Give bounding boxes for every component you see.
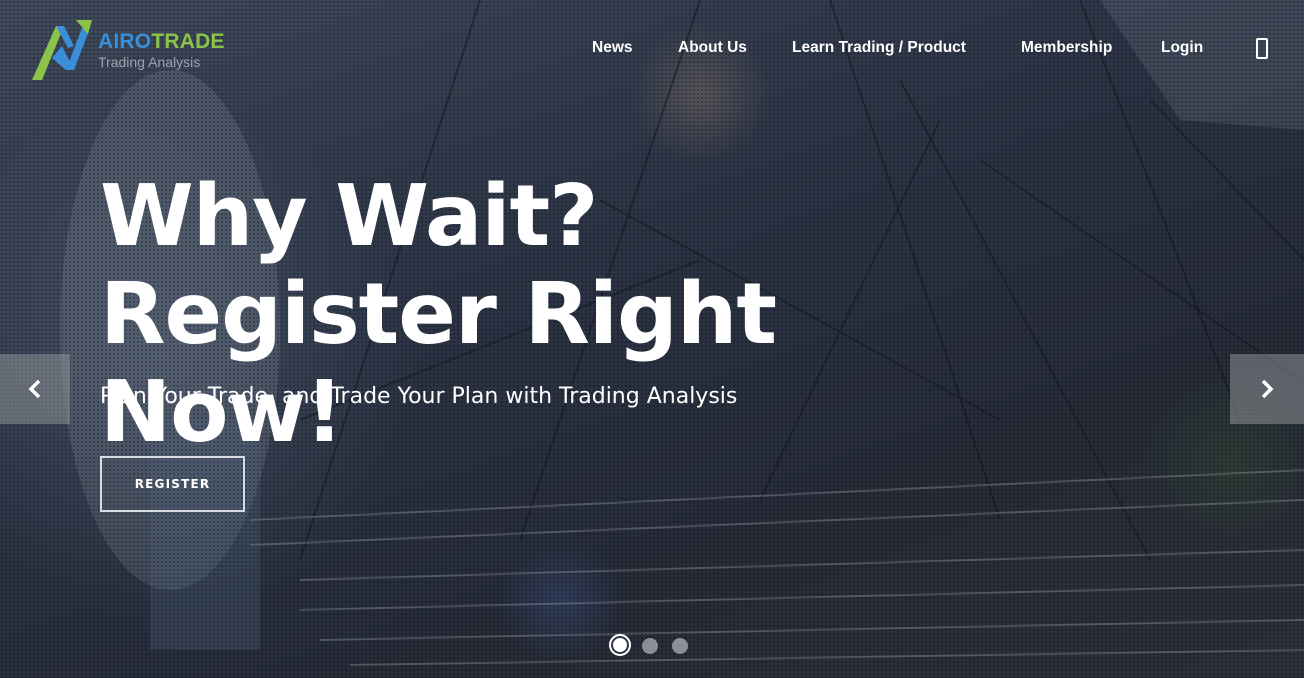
chevron-left-icon [28, 379, 41, 399]
brand-logo[interactable]: AIROTRADE Trading Analysis [30, 18, 240, 82]
nav-item-news[interactable]: News [592, 39, 633, 57]
nav-item-login[interactable]: Login [1161, 39, 1203, 57]
register-button[interactable]: REGISTER [100, 456, 245, 512]
nav-item-membership[interactable]: Membership [1021, 39, 1112, 57]
nav-item-about-us[interactable]: About Us [678, 39, 747, 57]
carousel-indicator-2[interactable] [642, 638, 658, 654]
carousel-prev-button[interactable] [0, 354, 70, 424]
brand-name-part2: TRADE [151, 30, 225, 53]
mobile-phone-icon[interactable] [1256, 38, 1268, 59]
brand-name-part1: AIRO [98, 30, 152, 53]
logo-mark-icon [32, 20, 92, 80]
carousel-indicator-3[interactable] [672, 638, 688, 654]
nav-item-learn-trading[interactable]: Learn Trading / Product [792, 39, 966, 57]
hero-slider: AIROTRADE Trading Analysis News About Us… [0, 0, 1304, 678]
brand-name: AIROTRADE [98, 30, 225, 54]
hero-headline: Why Wait? Register Right Now! [100, 167, 777, 462]
carousel-indicators [0, 634, 1304, 656]
carousel-indicator-1[interactable] [609, 634, 631, 656]
brand-tagline: Trading Analysis [98, 54, 201, 70]
carousel-next-button[interactable] [1230, 354, 1304, 424]
chevron-right-icon [1261, 379, 1274, 399]
hero-subheadline: Plan Your Trade, and Trade Your Plan wit… [100, 384, 738, 409]
